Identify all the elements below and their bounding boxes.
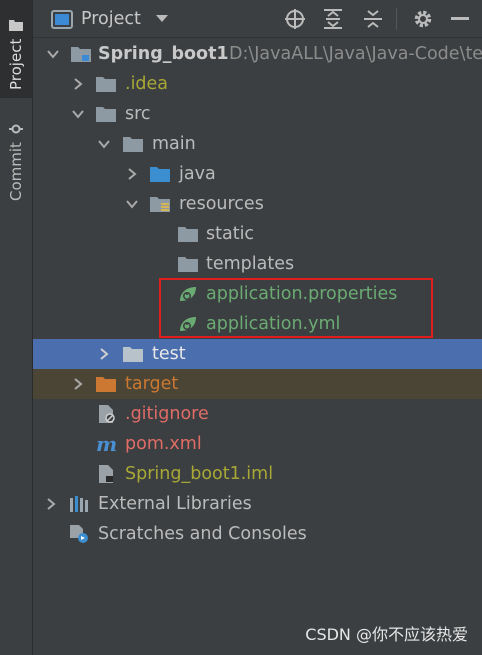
folder-icon: [9, 19, 23, 31]
static-folder-label: static: [206, 224, 255, 244]
chevron-down-icon[interactable]: [71, 107, 85, 121]
chevron-right-icon[interactable]: [125, 167, 139, 181]
tree-row-templates[interactable]: templates: [33, 249, 482, 279]
tree-row-static[interactable]: static: [33, 219, 482, 249]
commit-tool-tab[interactable]: Commit: [0, 112, 32, 207]
crosshair-icon: [285, 9, 305, 29]
chevron-right-icon[interactable]: [97, 347, 111, 361]
left-tool-strip: Project Commit: [0, 0, 33, 655]
csdn-watermark: CSDN @你不应该热爱: [305, 625, 468, 644]
module-file-icon: [99, 465, 113, 483]
folder-icon: [178, 257, 198, 272]
tree-row-test[interactable]: test: [33, 339, 482, 369]
chevron-right-icon[interactable]: [71, 77, 85, 91]
chevron-down-icon[interactable]: [46, 47, 60, 61]
scratches-label: Scratches and Consoles: [98, 524, 307, 544]
tree-row-external-libraries[interactable]: External Libraries: [33, 489, 482, 519]
project-tool-tab[interactable]: Project: [0, 0, 32, 98]
excluded-folder-icon: [96, 377, 116, 392]
tree-row-resources[interactable]: resources: [33, 189, 482, 219]
folder-icon: [96, 77, 116, 92]
external-libraries-label: External Libraries: [98, 494, 252, 514]
collapse-all-button[interactable]: [363, 0, 383, 38]
project-toolbar: Project: [33, 0, 482, 38]
tree-row-pom[interactable]: m pom.xml: [33, 429, 482, 459]
root-project-path: D:\JavaALL\Java\Java-Code\te: [229, 44, 482, 64]
chevron-down-icon[interactable]: [97, 137, 111, 151]
chevron-down-icon: [155, 15, 168, 22]
locate-file-button[interactable]: [284, 0, 306, 38]
test-folder-label: test: [152, 344, 186, 364]
tree-row-src[interactable]: src: [33, 99, 482, 129]
ignored-file-icon: [99, 405, 115, 423]
root-project-name: Spring_boot1: [98, 44, 229, 64]
settings-button[interactable]: [412, 0, 434, 38]
maven-icon: m: [96, 432, 118, 456]
expand-all-icon: [324, 9, 342, 29]
iml-file-label: Spring_boot1.iml: [125, 464, 274, 484]
scratches-icon: [70, 525, 88, 543]
minimize-icon: [451, 17, 469, 20]
tree-row-scratches[interactable]: Scratches and Consoles: [33, 519, 482, 549]
tree-row-idea[interactable]: .idea: [33, 69, 482, 99]
chevron-down-icon[interactable]: [125, 197, 139, 211]
commit-icon: [9, 124, 23, 134]
project-view-label: Project: [81, 9, 141, 29]
source-folder-icon: [150, 167, 170, 182]
project-tab-label: Project: [7, 38, 25, 90]
tree-row-java[interactable]: java: [33, 159, 482, 189]
highlight-annotation-box: [159, 278, 433, 338]
folder-icon: [123, 137, 143, 152]
project-view-icon: [51, 9, 73, 29]
tree-row-gitignore[interactable]: .gitignore: [33, 399, 482, 429]
java-folder-label: java: [179, 164, 216, 184]
tree-row-iml[interactable]: Spring_boot1.iml: [33, 459, 482, 489]
hide-button[interactable]: [451, 0, 469, 38]
project-tree: Spring_boot1 D:\JavaALL\Java\Java-Code\t…: [33, 38, 482, 655]
templates-folder-label: templates: [206, 254, 295, 274]
tree-row-root[interactable]: Spring_boot1 D:\JavaALL\Java\Java-Code\t…: [33, 39, 482, 69]
module-folder-icon: [71, 47, 91, 62]
idea-folder-label: .idea: [125, 74, 169, 94]
resources-folder-icon: [150, 197, 170, 212]
library-icon: [70, 496, 88, 512]
folder-icon: [96, 107, 116, 122]
folder-icon: [123, 347, 143, 362]
tree-row-target[interactable]: target: [33, 369, 482, 399]
src-folder-label: src: [125, 104, 151, 124]
project-view-selector[interactable]: Project: [51, 0, 169, 38]
pom-file-label: pom.xml: [125, 434, 202, 454]
expand-all-button[interactable]: [323, 0, 343, 38]
collapse-all-icon: [364, 10, 382, 28]
commit-tab-label: Commit: [7, 142, 25, 201]
target-folder-label: target: [125, 374, 179, 394]
toolbar-divider: [396, 0, 397, 38]
chevron-right-icon[interactable]: [44, 497, 58, 511]
main-folder-label: main: [152, 134, 196, 154]
gitignore-file-label: .gitignore: [125, 404, 209, 424]
chevron-right-icon[interactable]: [71, 377, 85, 391]
resources-folder-label: resources: [179, 194, 264, 214]
tree-row-main[interactable]: main: [33, 129, 482, 159]
gear-icon: [414, 10, 432, 28]
folder-icon: [178, 227, 198, 242]
